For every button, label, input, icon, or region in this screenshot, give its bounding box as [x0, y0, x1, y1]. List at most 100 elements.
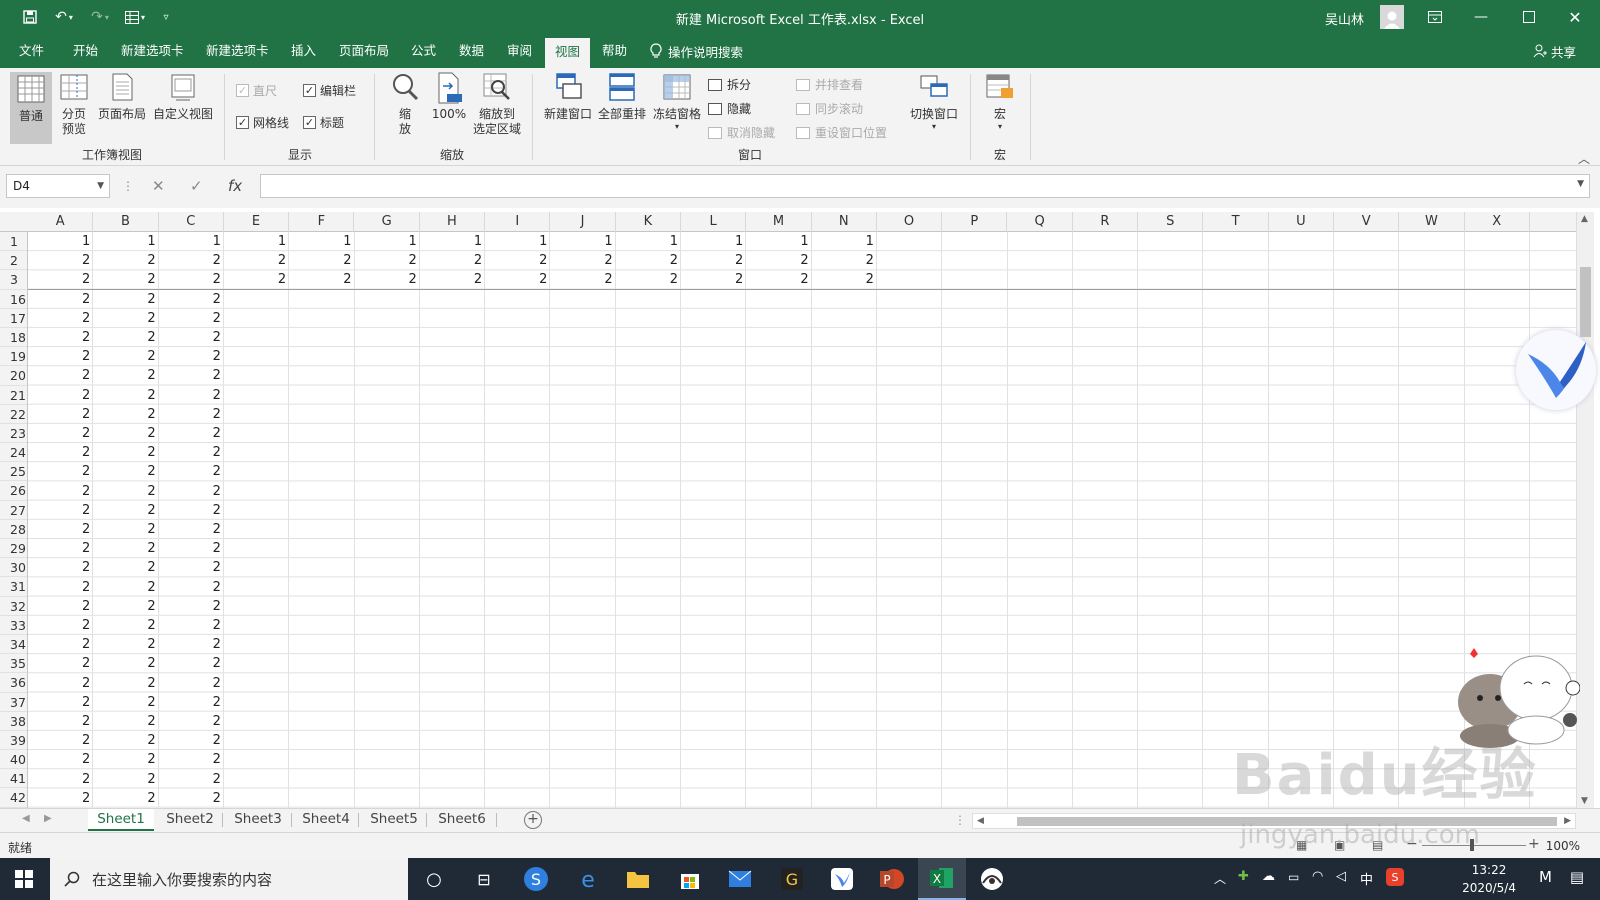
customize-toolbar-icon[interactable]: ▿: [158, 7, 174, 27]
column-header-n[interactable]: N: [812, 212, 877, 232]
taskbar-search[interactable]: 在这里输入你要搜索的内容: [50, 858, 408, 900]
cell[interactable]: 2: [28, 482, 93, 501]
tab-data[interactable]: 数据: [459, 34, 484, 68]
cell[interactable]: 2: [93, 520, 158, 539]
row-header[interactable]: 24: [0, 443, 27, 463]
cell[interactable]: 2: [28, 597, 93, 616]
cell[interactable]: 2: [93, 270, 158, 289]
cell[interactable]: 2: [28, 578, 93, 597]
cell[interactable]: 2: [93, 405, 158, 424]
cell[interactable]: 2: [93, 635, 158, 654]
cell[interactable]: 2: [681, 270, 746, 289]
cell[interactable]: 2: [420, 270, 485, 289]
cell[interactable]: 2: [28, 558, 93, 577]
formula-input[interactable]: ▼: [260, 174, 1590, 198]
cell[interactable]: 2: [159, 750, 224, 769]
cell[interactable]: 2: [159, 520, 224, 539]
cell[interactable]: 2: [28, 674, 93, 693]
cell[interactable]: 2: [93, 424, 158, 443]
cell[interactable]: 2: [28, 347, 93, 366]
column-header-i[interactable]: I: [485, 212, 551, 232]
scroll-down-icon[interactable]: ▼: [1581, 796, 1588, 806]
cell[interactable]: 2: [355, 251, 420, 270]
column-header-c[interactable]: C: [159, 212, 224, 232]
row-header[interactable]: 21: [0, 386, 27, 405]
cell[interactable]: 2: [289, 251, 354, 270]
page-break-preview-button[interactable]: 分页 预览: [56, 72, 92, 137]
scroll-right-icon[interactable]: ▶: [1564, 816, 1571, 826]
column-header-f[interactable]: F: [289, 212, 355, 232]
app-g-icon[interactable]: G: [768, 858, 816, 900]
cell[interactable]: 2: [159, 539, 224, 558]
sheet-tab-3[interactable]: Sheet3: [226, 809, 290, 831]
cell[interactable]: 2: [550, 270, 615, 289]
row-header[interactable]: 38: [0, 712, 27, 731]
cell[interactable]: 1: [159, 232, 224, 251]
tab-file[interactable]: 文件: [19, 34, 44, 68]
edge-browser-icon[interactable]: e: [564, 858, 612, 900]
cell[interactable]: 2: [420, 251, 485, 270]
cell[interactable]: 2: [93, 654, 158, 673]
cell[interactable]: 2: [28, 309, 93, 328]
tray-app-icon[interactable]: ✚: [1238, 869, 1249, 884]
zoom-level[interactable]: 100%: [1546, 839, 1580, 853]
row-header[interactable]: 19: [0, 347, 27, 367]
cell[interactable]: 2: [616, 270, 681, 289]
cell[interactable]: 2: [681, 251, 746, 270]
splitter-handle-icon[interactable]: ⋮: [954, 813, 966, 827]
cell[interactable]: 1: [93, 232, 158, 251]
column-header-w[interactable]: W: [1399, 212, 1465, 232]
excel-icon[interactable]: X: [918, 858, 966, 900]
tab-new-1[interactable]: 新建选项卡: [121, 34, 184, 68]
cell[interactable]: 2: [159, 482, 224, 501]
cell[interactable]: 2: [159, 347, 224, 366]
cell[interactable]: 2: [159, 462, 224, 481]
cell[interactable]: 2: [159, 616, 224, 635]
cell[interactable]: 2: [746, 270, 811, 289]
cell[interactable]: 1: [289, 232, 354, 251]
cell[interactable]: 2: [93, 443, 158, 462]
minimize-icon[interactable]: —: [1458, 0, 1504, 34]
zoom-button[interactable]: 缩 放: [388, 72, 422, 137]
sheet-tab-5[interactable]: Sheet5: [362, 809, 426, 831]
cell[interactable]: 2: [28, 789, 93, 808]
cell[interactable]: 2: [28, 501, 93, 520]
cell[interactable]: 2: [355, 270, 420, 289]
row-header[interactable]: 37: [0, 693, 27, 712]
cell[interactable]: 2: [746, 251, 811, 270]
reset-window-position-button[interactable]: 重设窗口位置: [796, 124, 887, 141]
cell[interactable]: 2: [28, 424, 93, 443]
column-header-l[interactable]: L: [681, 212, 747, 232]
cell[interactable]: 2: [28, 366, 93, 385]
powerpoint-icon[interactable]: P: [868, 858, 916, 900]
share-button[interactable]: 共享: [1533, 34, 1576, 68]
cell[interactable]: 2: [224, 251, 289, 270]
row-header[interactable]: 1: [0, 232, 27, 252]
formula-bar-checkbox[interactable]: ✓ 编辑栏: [303, 82, 356, 99]
row-header[interactable]: 23: [0, 424, 27, 444]
cell[interactable]: 2: [28, 750, 93, 769]
headings-checkbox[interactable]: ✓ 标题: [303, 114, 344, 131]
scroll-up-icon[interactable]: ▲: [1581, 214, 1588, 224]
cell[interactable]: 2: [159, 654, 224, 673]
cell[interactable]: 2: [93, 366, 158, 385]
collapse-ribbon-icon[interactable]: ︿: [1578, 150, 1590, 167]
row-header[interactable]: 32: [0, 597, 27, 616]
row-header[interactable]: 27: [0, 501, 27, 520]
row-header[interactable]: 18: [0, 328, 27, 348]
cell[interactable]: 2: [28, 539, 93, 558]
user-name[interactable]: 吴山林: [1325, 9, 1364, 28]
view-side-by-side-button[interactable]: 并排查看: [796, 76, 863, 93]
cell[interactable]: 2: [159, 251, 224, 270]
name-box[interactable]: D4 ▼: [6, 174, 110, 198]
unhide-button[interactable]: 取消隐藏: [708, 124, 775, 141]
gridlines-checkbox[interactable]: ✓ 网格线: [236, 114, 289, 131]
enter-icon[interactable]: ✓: [190, 174, 203, 198]
column-header-o[interactable]: O: [877, 212, 943, 232]
cell[interactable]: 2: [93, 731, 158, 750]
tell-me-search[interactable]: 操作说明搜索: [650, 34, 743, 68]
row-header[interactable]: 31: [0, 577, 27, 597]
app-cloud-icon[interactable]: [968, 858, 1016, 900]
cell[interactable]: 2: [93, 712, 158, 731]
cancel-icon[interactable]: ✕: [152, 174, 165, 198]
